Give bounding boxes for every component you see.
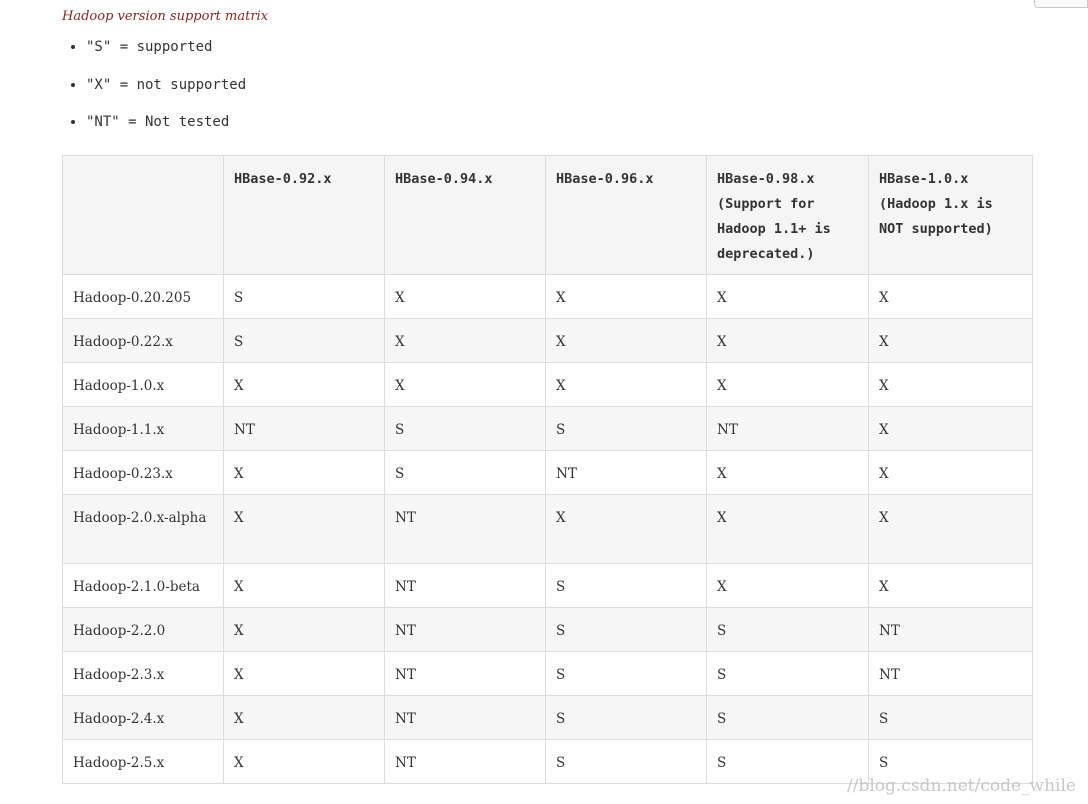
table-cell: X [706,362,869,407]
table-row: Hadoop-0.22.x S X X X X [62,318,1033,363]
table-cell: NT [384,494,546,564]
table-row: Hadoop-1.1.x NT S S NT X [62,406,1033,451]
table-cell: X [706,494,869,564]
row-label: Hadoop-1.1.x [62,406,224,451]
table-row: Hadoop-2.4.x X NT S S S [62,695,1033,740]
watermark: //blog.csdn.net/code_while [847,776,1076,796]
table-row: Hadoop-1.0.x X X X X X [62,362,1033,407]
table-cell: X [868,318,1033,363]
table-cell: X [868,362,1033,407]
row-label: Hadoop-0.23.x [62,450,224,495]
row-label: Hadoop-2.3.x [62,651,224,696]
table-cell: S [545,695,707,740]
legend-list: "S" = supported "X" = not supported "NT"… [62,36,246,149]
table-cell: X [706,450,869,495]
table-cell: X [868,494,1033,564]
table-row: Hadoop-2.1.0-beta X NT S X X [62,563,1033,608]
table-cell: S [384,406,546,451]
table-cell: X [545,318,707,363]
legend-item-not-supported: "X" = not supported [86,74,246,112]
row-label: Hadoop-2.5.x [62,739,224,784]
table-cell: NT [384,739,546,784]
header-hbase-1-0: HBase-1.0.x (Hadoop 1.x is NOT supported… [868,155,1033,275]
table-cell: X [223,563,385,608]
table-cell: S [545,739,707,784]
legend-item-not-tested: "NT" = Not tested [86,111,246,149]
table-cell: S [706,739,869,784]
table-cell: X [706,563,869,608]
table-cell: NT [384,695,546,740]
table-cell: X [384,318,546,363]
row-label: Hadoop-2.0.x-alpha [62,494,224,564]
row-label: Hadoop-2.2.0 [62,607,224,652]
table-cell: S [223,318,385,363]
table-cell: S [706,651,869,696]
table-cell: NT [868,607,1033,652]
table-cell: X [706,274,869,319]
table-cell: S [706,607,869,652]
table-row: Hadoop-0.23.x X S NT X X [62,450,1033,495]
row-label: Hadoop-2.1.0-beta [62,563,224,608]
table-cell: X [223,607,385,652]
table-row: Hadoop-2.3.x X NT S S NT [62,651,1033,696]
table-cell: NT [706,406,869,451]
table-cell: X [545,494,707,564]
header-hbase-0-94: HBase-0.94.x [384,155,546,275]
table-cell: X [706,318,869,363]
matrix-caption: Hadoop version support matrix [62,9,269,24]
table-header-row: HBase-0.92.x HBase-0.94.x HBase-0.96.x H… [62,155,1033,275]
table-cell: X [545,274,707,319]
window-corner-tab [1034,0,1088,8]
table-cell: NT [384,651,546,696]
table-cell: X [223,362,385,407]
table-cell: S [545,406,707,451]
header-hbase-0-92: HBase-0.92.x [223,155,385,275]
table-row: Hadoop-2.0.x-alpha X NT X X X [62,494,1033,564]
table-row: Hadoop-0.20.205 S X X X X [62,274,1033,319]
header-hbase-0-96: HBase-0.96.x [545,155,707,275]
row-label: Hadoop-0.20.205 [62,274,224,319]
table-cell: X [223,739,385,784]
table-cell: S [545,651,707,696]
table-row: Hadoop-2.2.0 X NT S S NT [62,607,1033,652]
table-cell: X [868,406,1033,451]
table-cell: NT [223,406,385,451]
table-cell: NT [868,651,1033,696]
table-cell: NT [545,450,707,495]
table-cell: S [545,563,707,608]
table-cell: X [868,274,1033,319]
table-cell: NT [384,563,546,608]
table-cell: S [868,695,1033,740]
table-cell: X [223,494,385,564]
table-cell: S [545,607,707,652]
table-cell: S [706,695,869,740]
support-matrix-table: HBase-0.92.x HBase-0.94.x HBase-0.96.x H… [62,155,1033,784]
table-cell: S [223,274,385,319]
table-cell: S [384,450,546,495]
legend-item-supported: "S" = supported [86,36,246,74]
table-cell: X [384,362,546,407]
table-cell: X [868,450,1033,495]
table-cell: X [545,362,707,407]
row-label: Hadoop-1.0.x [62,362,224,407]
table-cell: X [868,563,1033,608]
row-label: Hadoop-0.22.x [62,318,224,363]
header-corner [62,155,224,275]
header-hbase-0-98: HBase-0.98.x (Support for Hadoop 1.1+ is… [706,155,869,275]
table-cell: NT [384,607,546,652]
row-label: Hadoop-2.4.x [62,695,224,740]
table-cell: X [223,695,385,740]
table-cell: X [223,651,385,696]
table-cell: X [384,274,546,319]
table-cell: X [223,450,385,495]
